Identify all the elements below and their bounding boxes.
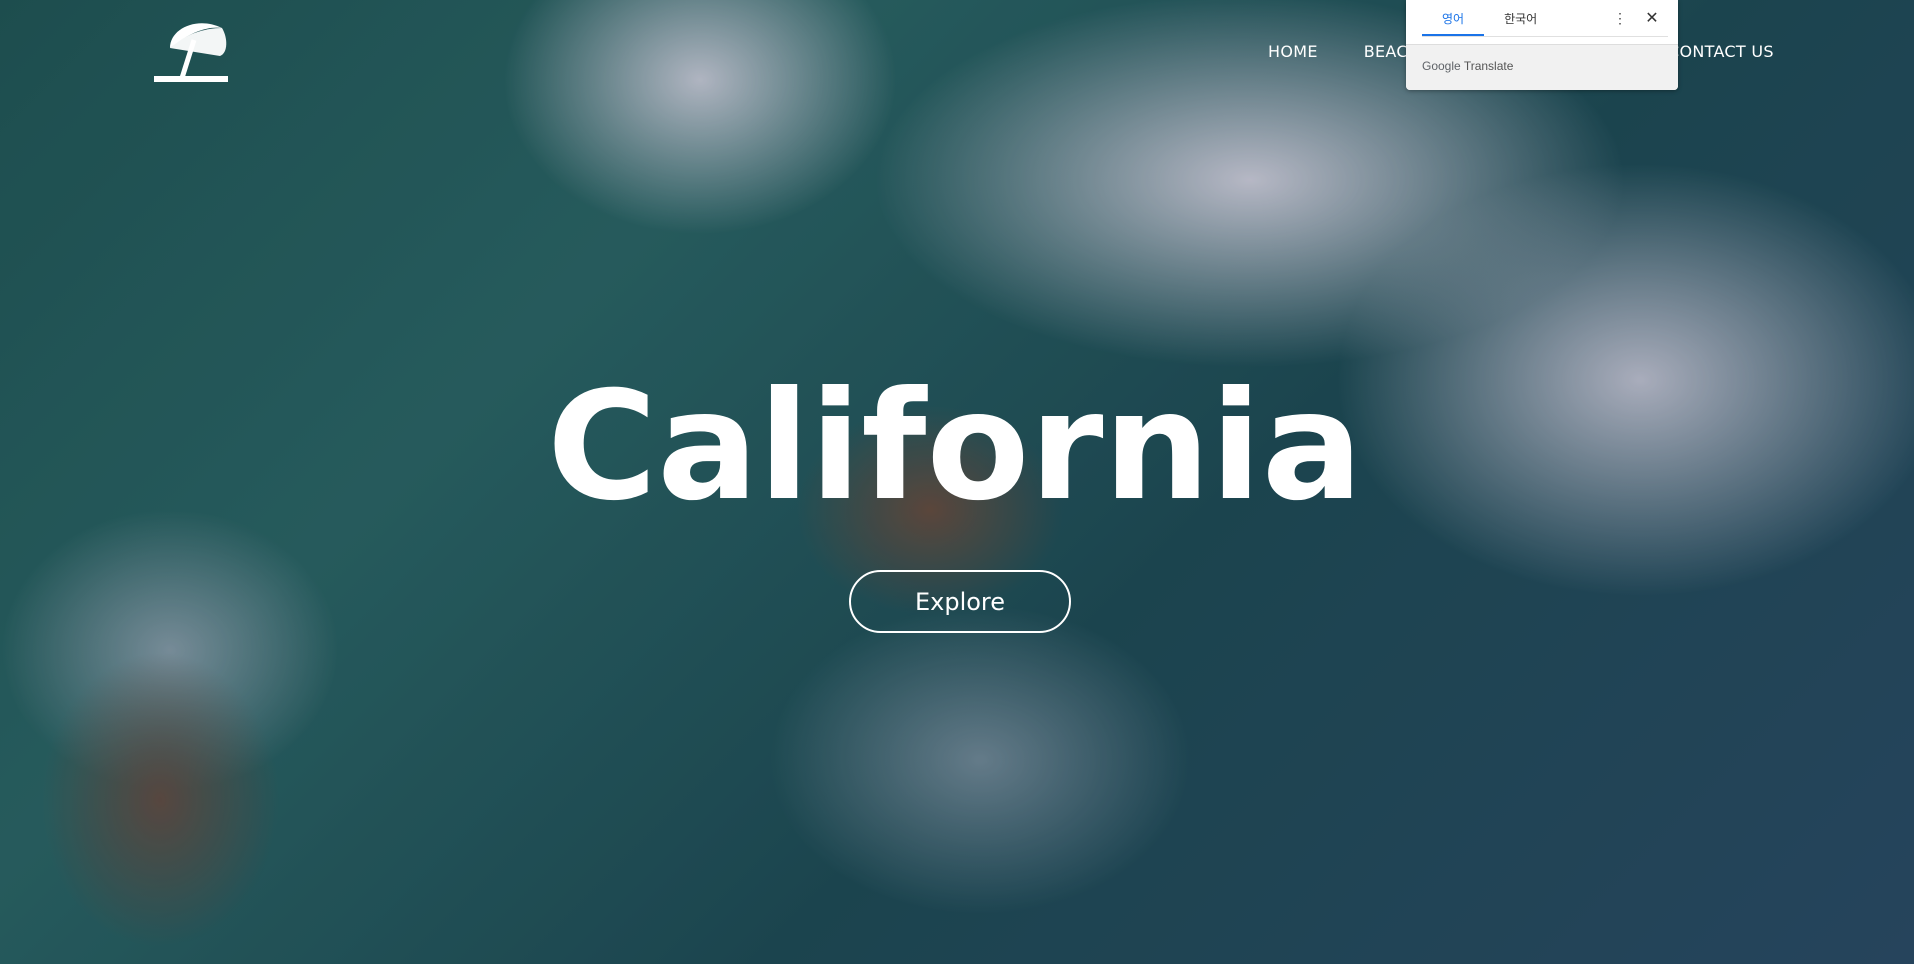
tab-source-language[interactable]: 영어: [1422, 0, 1485, 36]
google-brand-text: Google: [1422, 59, 1461, 73]
nav-home[interactable]: HOME: [1268, 42, 1318, 61]
main-nav: HOME BEACH CONTACT US: [1268, 42, 1774, 61]
translate-footer: Google Translate: [1406, 44, 1678, 90]
more-vert-icon[interactable]: ⋮: [1612, 10, 1628, 26]
google-translate-popup: 영어 한국어 ⋮ ✕ Google Translate: [1406, 0, 1678, 90]
hero-title: California: [547, 360, 1363, 534]
beach-umbrella-logo-icon[interactable]: [150, 18, 236, 88]
translate-language-tabs: 영어 한국어: [1422, 0, 1668, 37]
explore-button[interactable]: Explore: [849, 570, 1071, 633]
tab-target-language[interactable]: 한국어: [1484, 0, 1557, 36]
nav-contact-us[interactable]: CONTACT US: [1668, 42, 1774, 61]
google-translate-brand: Google Translate: [1422, 59, 1513, 73]
close-icon[interactable]: ✕: [1644, 8, 1660, 27]
translate-brand-text: Translate: [1463, 59, 1514, 73]
